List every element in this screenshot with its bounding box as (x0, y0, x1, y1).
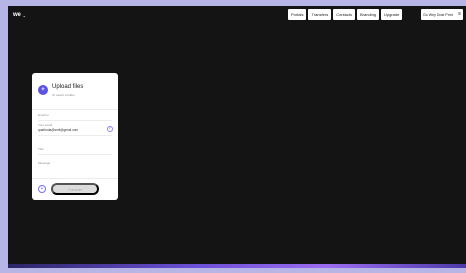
select-folder-link[interactable]: Or select a folder (52, 93, 75, 97)
logo-text: we (13, 12, 21, 18)
divider (32, 109, 118, 110)
transfer-button[interactable]: Transfer (51, 183, 99, 195)
message-label: Message (38, 161, 51, 165)
account-menu-button[interactable]: Go Wey Dost Print ≡ (421, 9, 463, 20)
options-plus-icon[interactable]: + (38, 185, 46, 193)
field-underline (38, 154, 112, 155)
message-field[interactable]: Message (38, 161, 112, 165)
upload-plus-icon[interactable]: + (38, 85, 48, 95)
your-email-value[interactable]: quathuda@smit@gmail.com (38, 128, 112, 132)
upload-title: Upload files (52, 84, 84, 90)
nav-branding[interactable]: Branding (357, 9, 380, 20)
brand-logo[interactable]: we ⌄ (13, 11, 26, 19)
divider (32, 178, 118, 179)
upload-files-area[interactable]: + Upload files Or select a folder (38, 83, 114, 99)
account-label: Go Wey Dost Print (423, 12, 453, 17)
email-to-label: Email to (38, 113, 49, 117)
bottom-gradient (8, 264, 466, 268)
title-label: Title (38, 147, 44, 151)
chevron-down-icon: ⌄ (22, 12, 26, 18)
top-navigation: Portals Transfers Contacts Branding Upgr… (288, 9, 403, 20)
title-field[interactable]: Title (38, 147, 112, 155)
app-window: we ⌄ Portals Transfers Contacts Branding… (8, 6, 466, 268)
field-underline (38, 120, 112, 121)
your-email-label: Your email (38, 123, 53, 127)
upload-card: + Upload files Or select a folder Email … (32, 73, 118, 200)
email-to-field[interactable]: Email to (38, 113, 112, 121)
nav-transfers[interactable]: Transfers (308, 9, 332, 20)
nav-portals[interactable]: Portals (288, 9, 307, 20)
your-email-field[interactable]: Your email quathuda@smit@gmail.com (38, 123, 112, 136)
field-underline (38, 135, 112, 136)
verified-check-icon: ✓ (107, 126, 113, 132)
nav-contacts[interactable]: Contacts (333, 9, 355, 20)
menu-icon: ≡ (458, 11, 461, 17)
nav-upgrade[interactable]: Upgrade (381, 9, 403, 20)
